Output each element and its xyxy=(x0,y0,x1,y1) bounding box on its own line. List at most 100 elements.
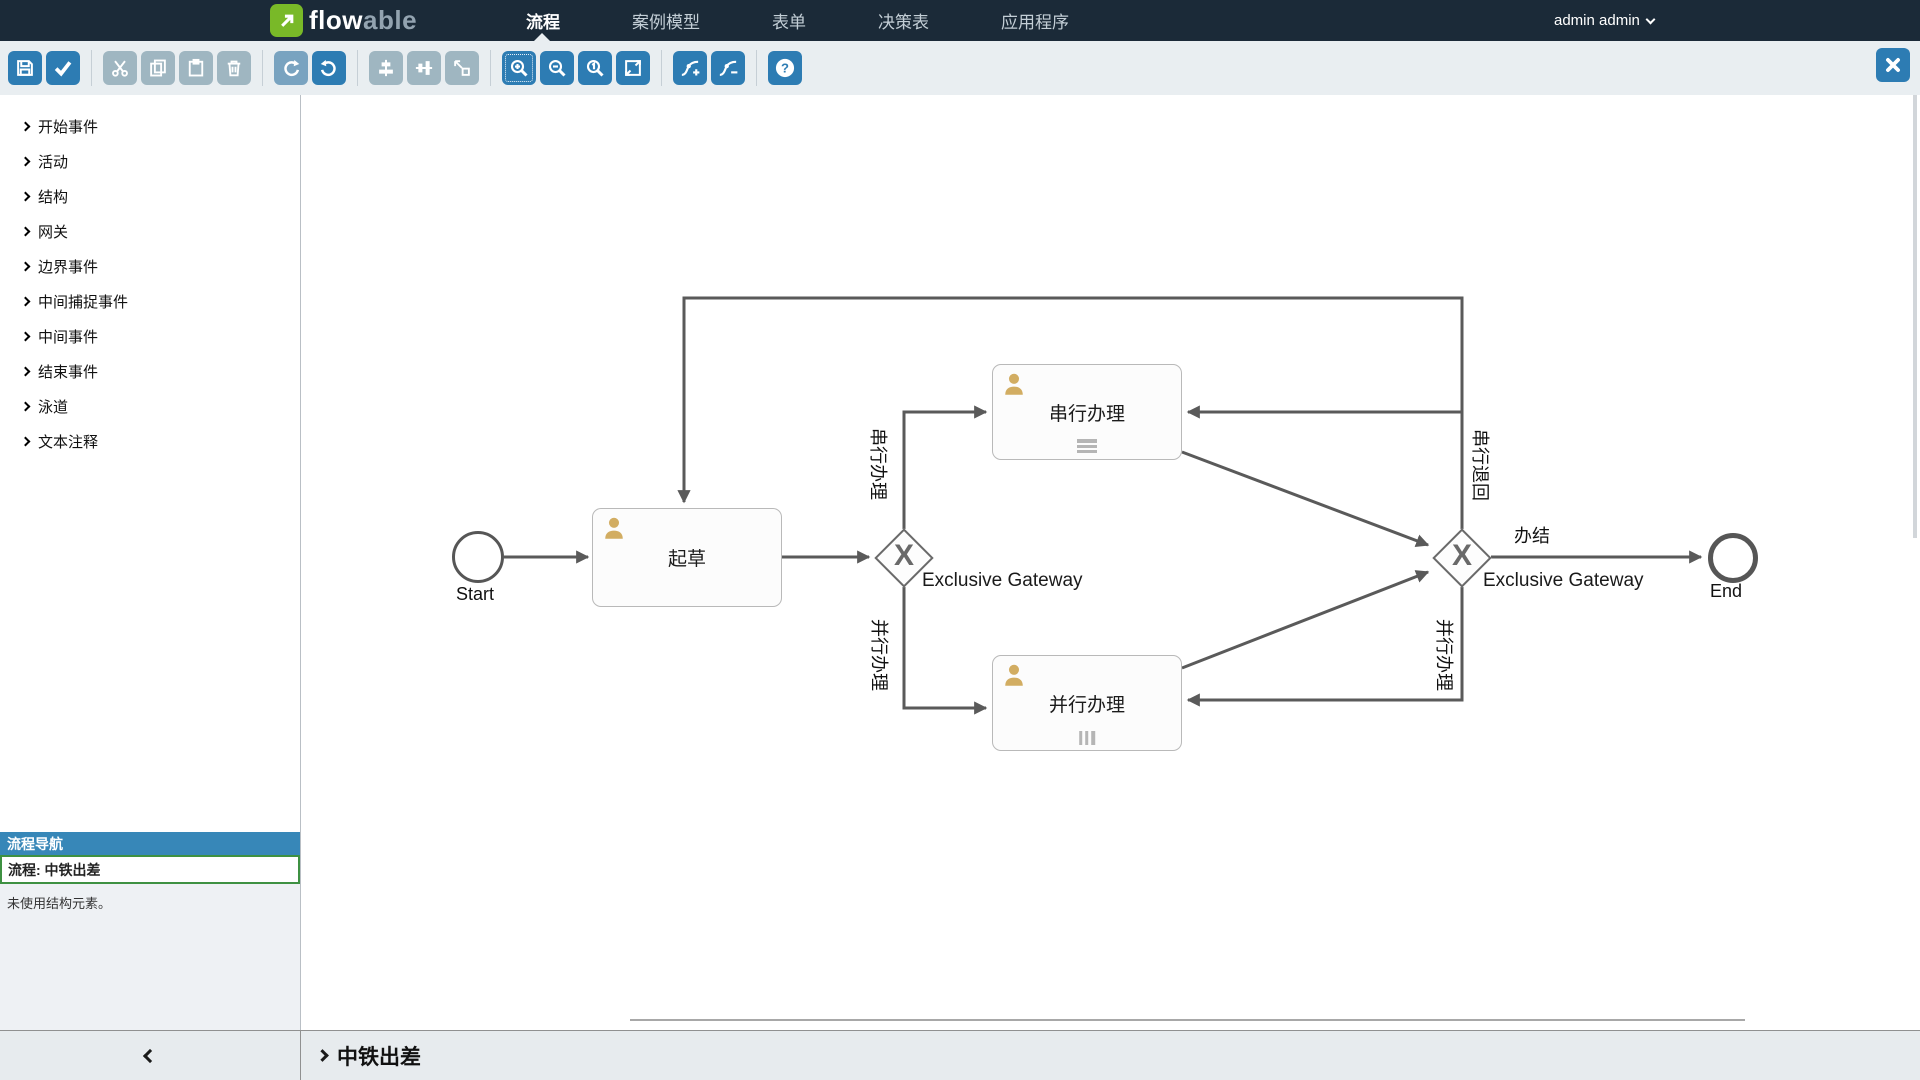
paste-button[interactable] xyxy=(179,51,213,85)
chevron-right-icon xyxy=(316,1049,329,1062)
palette-group-end-events[interactable]: 结束事件 xyxy=(0,354,300,389)
same-size-icon xyxy=(452,58,472,78)
trash-icon xyxy=(224,58,244,78)
palette-group-label: 边界事件 xyxy=(38,256,98,277)
user-icon xyxy=(601,515,627,541)
palette-group-gateways[interactable]: 网关 xyxy=(0,214,300,249)
user-task-draft[interactable]: 起草 xyxy=(592,508,782,607)
toolbar-separator xyxy=(357,50,358,86)
close-editor-button[interactable] xyxy=(1876,48,1910,82)
chevron-right-icon xyxy=(21,332,31,342)
toolbar-separator xyxy=(756,50,757,86)
editor-toolbar: ? xyxy=(0,41,1920,95)
process-navigator-panel: 流程导航 流程: 中铁出差 未使用结构元素。 xyxy=(0,832,300,1030)
palette-group-label: 中间捕捉事件 xyxy=(38,291,128,312)
add-bendpoint-button[interactable] xyxy=(673,51,707,85)
task-label: 并行办理 xyxy=(1049,690,1125,717)
palette-group-text-annotation[interactable]: 文本注释 xyxy=(0,424,300,459)
flow-gateway1-to-serial[interactable] xyxy=(904,412,986,529)
edge-label-serial-return: 串行退回 xyxy=(1468,405,1494,525)
canvas-vertical-scrollbar[interactable] xyxy=(1913,95,1917,538)
check-icon xyxy=(53,58,73,78)
chevron-right-icon xyxy=(21,192,31,202)
chevron-right-icon xyxy=(21,402,31,412)
palette-group-structural[interactable]: 结构 xyxy=(0,179,300,214)
flowable-logo-icon xyxy=(270,4,303,37)
palette-group-label: 文本注释 xyxy=(38,431,98,452)
process-title: 中铁出差 xyxy=(337,1041,421,1071)
collapse-palette-button[interactable] xyxy=(0,1031,301,1080)
align-vertical-button[interactable] xyxy=(407,51,441,85)
remove-bendpoint-icon xyxy=(718,58,738,78)
zoom-out-button[interactable] xyxy=(540,51,574,85)
top-navbar: flowable 流程 案例模型 表单 决策表 应用程序 admin admin xyxy=(0,0,1920,41)
zoom-fit-button[interactable] xyxy=(616,51,650,85)
user-task-parallel[interactable]: 并行办理 xyxy=(992,655,1182,751)
chevron-right-icon xyxy=(21,227,31,237)
flow-parallel-to-gateway2[interactable] xyxy=(1182,572,1428,668)
logo-flow: flow xyxy=(309,5,363,35)
chevron-right-icon xyxy=(21,122,31,132)
zoom-fit-icon xyxy=(623,58,643,78)
delete-button[interactable] xyxy=(217,51,251,85)
validate-button[interactable] xyxy=(46,51,80,85)
start-event-node[interactable] xyxy=(452,531,504,583)
main-nav-tabs: 流程 案例模型 表单 决策表 应用程序 xyxy=(526,0,1069,41)
navigator-note: 未使用结构元素。 xyxy=(0,884,300,921)
canvas-horizontal-scrollbar[interactable] xyxy=(630,1019,1745,1021)
zoom-actual-button[interactable] xyxy=(578,51,612,85)
help-button[interactable]: ? xyxy=(768,51,802,85)
toolbar-separator xyxy=(262,50,263,86)
user-icon xyxy=(1001,662,1027,688)
zoom-actual-icon xyxy=(585,58,605,78)
palette-group-boundary-events[interactable]: 边界事件 xyxy=(0,249,300,284)
chevron-right-icon xyxy=(21,437,31,447)
tab-processes[interactable]: 流程 xyxy=(526,8,560,33)
zoom-out-icon xyxy=(547,58,567,78)
tab-apps[interactable]: 应用程序 xyxy=(1001,8,1069,33)
chevron-right-icon xyxy=(21,157,31,167)
flow-serial-to-gateway2[interactable] xyxy=(1182,452,1428,545)
chevron-right-icon xyxy=(21,262,31,272)
palette-group-intermediate-catching-events[interactable]: 中间捕捉事件 xyxy=(0,284,300,319)
diagram-canvas[interactable]: Start End 起草 串行办理 并行办理 X Exclusive Gatew… xyxy=(301,95,1920,1030)
palette-group-intermediate-events[interactable]: 中间事件 xyxy=(0,319,300,354)
flow-gateway2-to-parallel-return[interactable] xyxy=(1188,587,1462,700)
palette-group-label: 结束事件 xyxy=(38,361,98,382)
flow-edges xyxy=(301,95,1920,1030)
tab-forms[interactable]: 表单 xyxy=(772,8,806,33)
svg-text:?: ? xyxy=(781,61,789,76)
redo-icon xyxy=(281,58,301,78)
process-title-bar[interactable]: 中铁出差 xyxy=(318,1031,421,1080)
user-task-serial[interactable]: 串行办理 xyxy=(992,364,1182,460)
undo-button[interactable] xyxy=(312,51,346,85)
palette-group-activities[interactable]: 活动 xyxy=(0,144,300,179)
palette-group-swimlanes[interactable]: 泳道 xyxy=(0,389,300,424)
palette-group-label: 开始事件 xyxy=(38,116,98,137)
tab-case-models[interactable]: 案例模型 xyxy=(632,8,700,33)
undo-icon xyxy=(319,58,339,78)
align-horizontal-button[interactable] xyxy=(369,51,403,85)
flow-gateway1-to-parallel[interactable] xyxy=(904,587,986,708)
align-horizontal-icon xyxy=(376,58,396,78)
palette-group-start-events[interactable]: 开始事件 xyxy=(0,109,300,144)
zoom-in-button[interactable] xyxy=(502,51,536,85)
navigator-header: 流程导航 xyxy=(0,832,300,855)
cut-button[interactable] xyxy=(103,51,137,85)
save-button[interactable] xyxy=(8,51,42,85)
copy-button[interactable] xyxy=(141,51,175,85)
bottom-bar: 中铁出差 xyxy=(0,1030,1920,1080)
user-menu[interactable]: admin admin xyxy=(1554,0,1654,41)
remove-bendpoint-button[interactable] xyxy=(711,51,745,85)
tab-decision-tables[interactable]: 决策表 xyxy=(878,8,929,33)
active-tab-indicator xyxy=(534,33,550,41)
edge-label-parallel-return: 并行办理 xyxy=(1432,595,1458,715)
same-size-button[interactable] xyxy=(445,51,479,85)
navigator-selected-process[interactable]: 流程: 中铁出差 xyxy=(0,855,300,884)
redo-button[interactable] xyxy=(274,51,308,85)
end-event-node[interactable] xyxy=(1708,533,1758,583)
shape-palette: 开始事件 活动 结构 网关 边界事件 中间捕捉事件 中间事件 结束事件 泳道 文… xyxy=(0,95,300,459)
copy-icon xyxy=(148,58,168,78)
flowable-logo: flowable xyxy=(270,4,417,37)
chevron-left-icon xyxy=(143,1048,157,1062)
